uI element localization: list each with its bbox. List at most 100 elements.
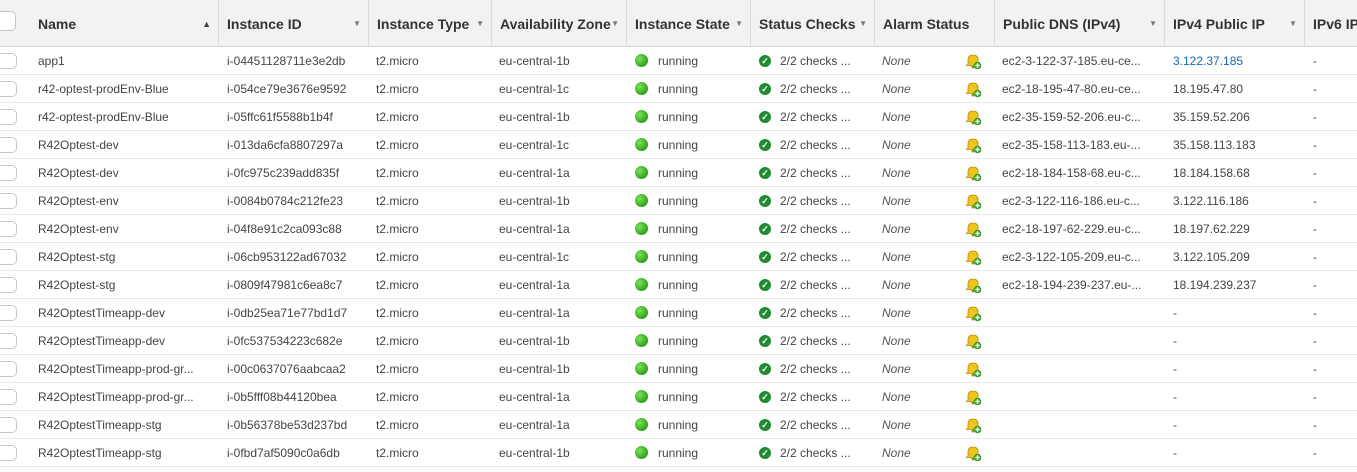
table-row[interactable]: R42OptestTimeapp-dev i-0db25ea71e77bd1d7 t…: [0, 299, 1357, 327]
add-alarm-icon[interactable]: [964, 192, 982, 210]
cell-instance-type: t2.micro: [376, 439, 486, 466]
add-alarm-icon[interactable]: [964, 136, 982, 154]
column-header-alarm-status[interactable]: Alarm Status: [875, 0, 995, 47]
table-row[interactable]: R42OptestTimeapp-prod-gr... i-00c0637076a…: [0, 355, 1357, 383]
row-checkbox[interactable]: [0, 137, 17, 153]
alarm-status: None: [882, 333, 911, 348]
cell-ipv6-ip: -: [1313, 243, 1353, 270]
table-row[interactable]: R42Optest-env i-04f8e91c2ca093c88 t2.micro…: [0, 215, 1357, 243]
column-header-instance-id-label: Instance ID: [227, 15, 302, 32]
availability-zone: eu-central-1b: [499, 445, 570, 460]
add-alarm-icon[interactable]: [964, 52, 982, 70]
sort-dropdown-icon[interactable]: ▼: [1289, 19, 1297, 28]
table-row[interactable]: r42-optest-prodEnv-Blue i-054ce79e3676e95…: [0, 75, 1357, 103]
table-row[interactable]: R42Optest-stg i-06cb953122ad67032 t2.micro…: [0, 243, 1357, 271]
cell-instance-type: t2.micro: [376, 243, 486, 270]
sort-dropdown-icon[interactable]: ▼: [1149, 19, 1157, 28]
public-dns: ec2-3-122-105-209.eu-c...: [1002, 249, 1141, 264]
cell-ipv6-ip: -: [1313, 355, 1353, 382]
row-checkbox[interactable]: [0, 53, 17, 69]
row-checkbox[interactable]: [0, 193, 17, 209]
column-header-ipv6-ip[interactable]: IPv6 IP: [1305, 0, 1357, 47]
table-row[interactable]: R42OptestTimeapp-dev i-0fc537534223c682e t…: [0, 327, 1357, 355]
column-header-availability-zone[interactable]: Availability Zone ▼: [492, 0, 627, 47]
table-row[interactable]: R42Optest-dev i-0fc975c239add835f t2.micro…: [0, 159, 1357, 187]
ipv4-public-ip: -: [1173, 333, 1177, 348]
column-header-instance-type[interactable]: Instance Type ▼: [369, 0, 492, 47]
ipv4-public-ip: 35.158.113.183: [1173, 137, 1256, 152]
cell-ipv4-public-ip: 3.122.105.209: [1173, 243, 1301, 270]
sort-dropdown-icon[interactable]: ▼: [859, 19, 867, 28]
running-status-icon: [635, 306, 648, 319]
sort-dropdown-icon[interactable]: ▼: [735, 19, 743, 28]
status-checks: 2/2 checks ...: [780, 333, 851, 348]
row-checkbox[interactable]: [0, 333, 17, 349]
row-checkbox[interactable]: [0, 417, 17, 433]
cell-ipv4-public-ip: -: [1173, 411, 1301, 438]
sort-dropdown-icon[interactable]: ▼: [611, 19, 619, 28]
row-checkbox[interactable]: [0, 389, 17, 405]
ipv6-ip: -: [1313, 417, 1317, 432]
add-alarm-icon[interactable]: [964, 332, 982, 350]
instance-type: t2.micro: [376, 361, 419, 376]
row-checkbox[interactable]: [0, 109, 17, 125]
cell-instance-id: i-0b56378be53d237bd: [227, 411, 367, 438]
add-alarm-icon[interactable]: [964, 164, 982, 182]
table-row[interactable]: R42Optest-stg i-0809f47981c6ea8c7 t2.micro…: [0, 271, 1357, 299]
sort-dropdown-icon[interactable]: ▼: [476, 19, 484, 28]
table-row[interactable]: app1 i-04451128711e3e2db t2.micro eu-centra…: [0, 47, 1357, 75]
instance-type: t2.micro: [376, 333, 419, 348]
add-alarm-icon[interactable]: [964, 388, 982, 406]
cell-name: R42Optest-stg: [38, 243, 213, 270]
row-checkbox[interactable]: [0, 277, 17, 293]
table-row[interactable]: R42OptestTimeapp-stg i-0fbd7af5090c0a6db t…: [0, 439, 1357, 467]
row-checkbox[interactable]: [0, 361, 17, 377]
ipv6-ip: -: [1313, 305, 1317, 320]
status-checks: 2/2 checks ...: [780, 53, 851, 68]
add-alarm-icon[interactable]: [964, 276, 982, 294]
row-checkbox[interactable]: [0, 81, 17, 97]
add-alarm-icon[interactable]: [964, 444, 982, 462]
cell-alarm-status: None: [882, 299, 942, 326]
cell-name: app1: [38, 47, 213, 74]
column-header-status-checks[interactable]: Status Checks ▼: [751, 0, 875, 47]
row-checkbox[interactable]: [0, 221, 17, 237]
column-header-ipv4-public-ip[interactable]: IPv4 Public IP ▼: [1165, 0, 1305, 47]
instance-name: R42OptestTimeapp-prod-gr...: [38, 389, 194, 404]
select-all-checkbox[interactable]: [0, 11, 16, 31]
table-row[interactable]: R42OptestTimeapp-stg i-0b56378be53d237bd t…: [0, 411, 1357, 439]
cell-instance-type: t2.micro: [376, 299, 486, 326]
column-header-instance-id[interactable]: Instance ID ▼: [219, 0, 369, 47]
instance-id: i-054ce79e3676e9592: [227, 81, 347, 96]
status-checks: 2/2 checks ...: [780, 193, 851, 208]
ipv4-public-ip[interactable]: 3.122.37.185: [1173, 54, 1243, 68]
column-header-instance-state-label: Instance State: [635, 15, 730, 32]
table-row[interactable]: R42Optest-env i-0084b0784c212fe23 t2.micro…: [0, 187, 1357, 215]
instance-name: R42Optest-stg: [38, 249, 116, 264]
sort-dropdown-icon[interactable]: ▼: [353, 19, 361, 28]
add-alarm-icon[interactable]: [964, 248, 982, 266]
row-checkbox[interactable]: [0, 305, 17, 321]
alarm-status: None: [882, 137, 911, 152]
sort-ascending-icon[interactable]: ▲: [202, 19, 211, 29]
column-header-instance-state[interactable]: Instance State ▼: [627, 0, 751, 47]
row-checkbox[interactable]: [0, 249, 17, 265]
column-header-public-dns[interactable]: Public DNS (IPv4) ▼: [995, 0, 1165, 47]
table-row[interactable]: r42-optest-prodEnv-Blue i-05ffc61f5588b1b…: [0, 103, 1357, 131]
column-header-name[interactable]: Name ▲: [30, 0, 219, 47]
row-checkbox[interactable]: [0, 445, 17, 461]
row-checkbox[interactable]: [0, 165, 17, 181]
table-row[interactable]: R42Optest-dev i-013da6cfa8807297a t2.micro…: [0, 131, 1357, 159]
instance-id: i-04f8e91c2ca093c88: [227, 221, 342, 236]
instance-state: running: [658, 445, 699, 460]
add-alarm-icon[interactable]: [964, 220, 982, 238]
instance-name: R42Optest-stg: [38, 277, 116, 292]
table-row[interactable]: R42OptestTimeapp-prod-gr... i-0b5fff08b44…: [0, 383, 1357, 411]
availability-zone: eu-central-1c: [499, 81, 570, 96]
add-alarm-icon[interactable]: [964, 416, 982, 434]
add-alarm-icon[interactable]: [964, 108, 982, 126]
instance-type: t2.micro: [376, 221, 419, 236]
add-alarm-icon[interactable]: [964, 80, 982, 98]
add-alarm-icon[interactable]: [964, 360, 982, 378]
add-alarm-icon[interactable]: [964, 304, 982, 322]
